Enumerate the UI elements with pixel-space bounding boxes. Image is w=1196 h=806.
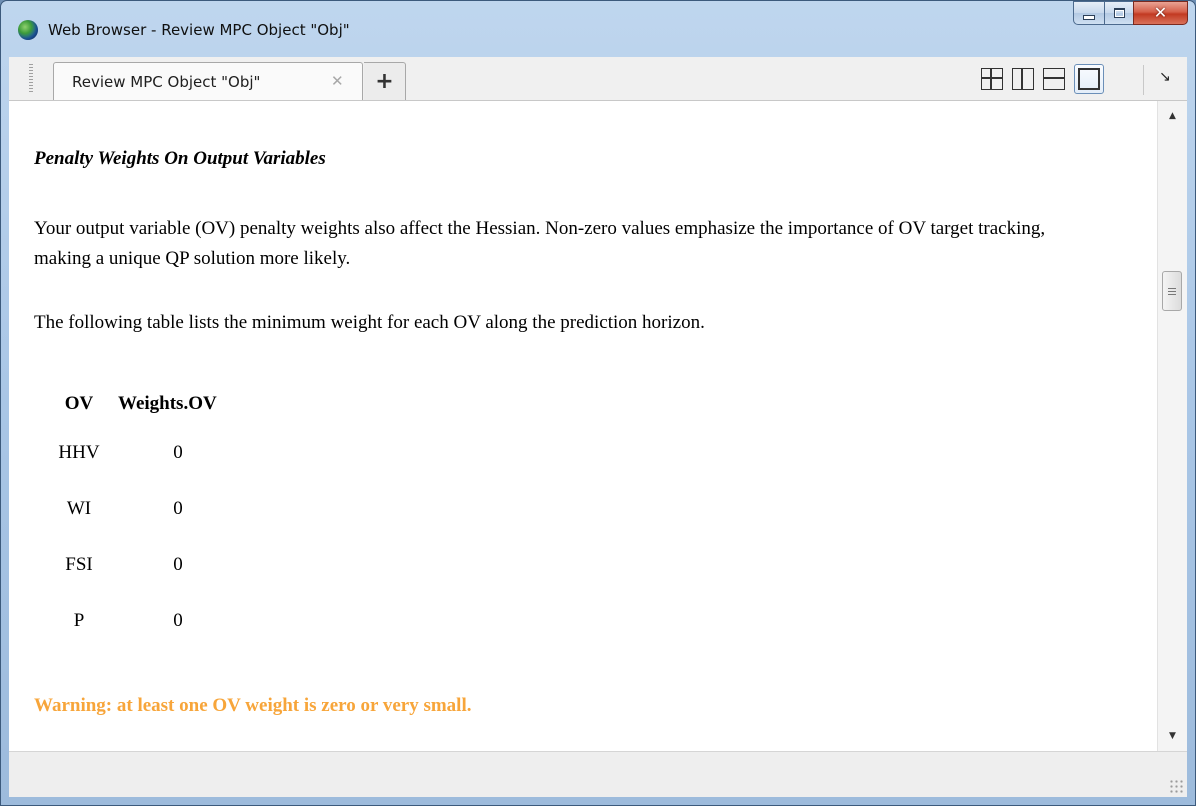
ov-weights-table: OV Weights.OV HHV 0 WI 0 FSI 0 P 0 — [44, 383, 256, 649]
window-controls: ✕ — [1073, 1, 1188, 26]
page-content: Penalty Weights On Output Variables Your… — [9, 101, 1157, 751]
toolbar-grip-icon[interactable] — [29, 64, 33, 92]
single-layout-button[interactable] — [1074, 64, 1104, 94]
column-header-ov: OV — [64, 393, 94, 414]
plus-icon: + — [375, 69, 394, 94]
minimize-icon — [1083, 14, 1095, 20]
column-header-weights: Weights.OV — [118, 393, 217, 414]
table-intro-paragraph: The following table lists the minimum we… — [34, 312, 705, 333]
close-button[interactable]: ✕ — [1133, 1, 1188, 25]
page-heading: Penalty Weights On Output Variables — [34, 148, 326, 169]
maximize-icon — [1113, 8, 1125, 18]
layout-toolbar — [981, 64, 1104, 94]
dock-arrow-icon[interactable]: ↘ — [1159, 69, 1171, 85]
table-row: P 0 — [44, 593, 256, 649]
weight-value-cell: 0 — [173, 610, 183, 631]
weight-value-cell: 0 — [173, 442, 183, 463]
title-bar[interactable]: Web Browser - Review MPC Object "Obj" ✕ — [1, 1, 1195, 57]
minimize-button[interactable] — [1073, 1, 1104, 25]
table-row: WI 0 — [44, 481, 256, 537]
new-tab-button[interactable]: + — [364, 62, 406, 100]
browser-window: Web Browser - Review MPC Object "Obj" ✕ … — [0, 0, 1196, 806]
tab-review-mpc-object[interactable]: Review MPC Object "Obj" ✕ — [53, 62, 363, 100]
horizontal-split-icon[interactable] — [1043, 68, 1065, 90]
scroll-up-icon[interactable]: ▲ — [1158, 101, 1187, 131]
warning-message: Warning: at least one OV weight is zero … — [34, 695, 472, 716]
toolbar-separator — [1143, 65, 1144, 95]
weight-value-cell: 0 — [173, 554, 183, 575]
vertical-scrollbar[interactable]: ▲ ▼ — [1157, 101, 1187, 751]
single-layout-icon — [1078, 68, 1100, 90]
scroll-down-icon[interactable]: ▼ — [1158, 721, 1187, 751]
grid-layout-icon[interactable] — [981, 68, 1003, 90]
ov-name-cell: HHV — [58, 442, 100, 463]
grip-lines-icon — [1168, 287, 1176, 295]
globe-icon — [18, 20, 38, 40]
resize-grip-icon[interactable] — [1169, 779, 1183, 793]
ov-name-cell: WI — [66, 498, 92, 519]
tab-close-icon[interactable]: ✕ — [331, 72, 344, 90]
tab-label: Review MPC Object "Obj" — [72, 73, 261, 91]
scroll-thumb[interactable] — [1162, 271, 1182, 311]
table-header-row: OV Weights.OV — [44, 383, 256, 425]
tab-bar: Review MPC Object "Obj" ✕ + ↘ — [9, 57, 1187, 101]
window-title: Web Browser - Review MPC Object "Obj" — [48, 21, 350, 39]
vertical-split-icon[interactable] — [1012, 68, 1034, 90]
table-row: FSI 0 — [44, 537, 256, 593]
close-icon: ✕ — [1153, 3, 1168, 22]
ov-name-cell: P — [73, 610, 85, 631]
table-row: HHV 0 — [44, 425, 256, 481]
intro-paragraph: Your output variable (OV) penalty weight… — [34, 218, 1046, 269]
status-bar — [9, 751, 1187, 797]
ov-name-cell: FSI — [65, 554, 93, 575]
weight-value-cell: 0 — [173, 498, 183, 519]
maximize-button[interactable] — [1104, 1, 1133, 25]
